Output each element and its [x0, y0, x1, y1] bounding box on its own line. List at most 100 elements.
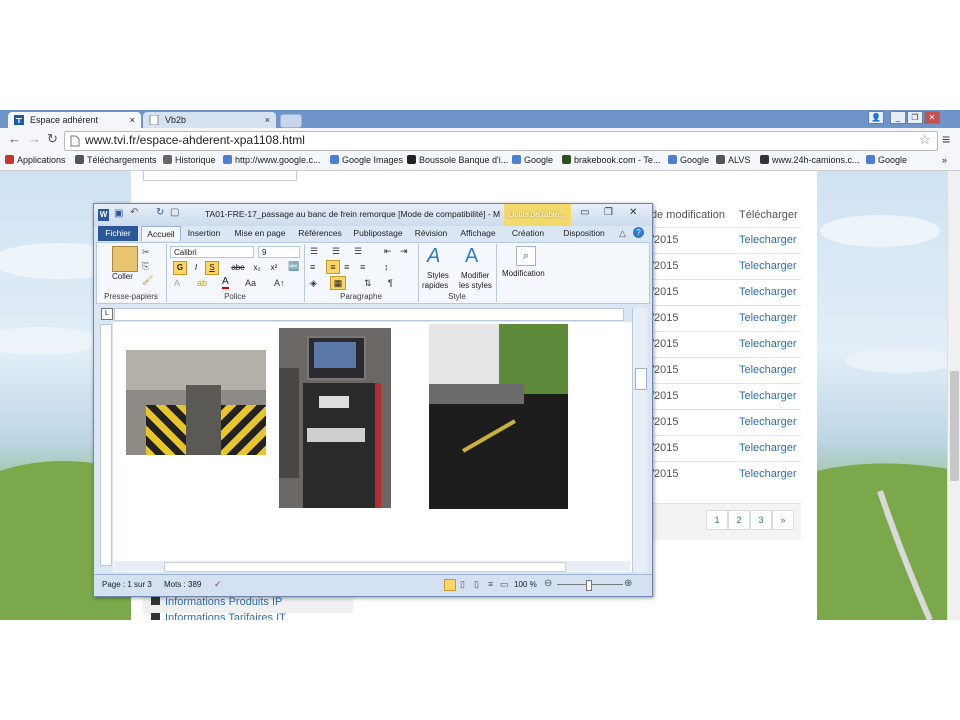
- tab-selector-icon[interactable]: L: [101, 308, 113, 320]
- bookmark-item[interactable]: Applications: [5, 155, 66, 165]
- grow-font-icon[interactable]: A↑: [274, 278, 285, 288]
- download-link[interactable]: Telecharger: [739, 364, 796, 376]
- numbering-icon[interactable]: ☰: [332, 246, 340, 257]
- modifier-label-1[interactable]: Modifier: [461, 271, 489, 280]
- decrease-indent-icon[interactable]: ⇤: [384, 246, 392, 257]
- page-count[interactable]: Page : 1 sur 3: [102, 580, 152, 589]
- print-layout-icon[interactable]: [444, 579, 456, 591]
- styles-rapides-label-1[interactable]: Styles: [427, 271, 449, 280]
- address-bar[interactable]: www.tvi.fr/espace-ahderent-xpa1108.html …: [64, 131, 938, 151]
- save-icon[interactable]: ▣: [114, 208, 123, 219]
- close-tab-icon[interactable]: ×: [265, 112, 270, 128]
- close-window-button[interactable]: ✕: [924, 111, 940, 124]
- multilevel-list-icon[interactable]: ☰: [354, 246, 362, 257]
- shading-icon[interactable]: ◈: [310, 278, 317, 289]
- page-link-3[interactable]: 3: [750, 510, 772, 530]
- download-link[interactable]: Telecharger: [739, 416, 796, 428]
- bookmark-item[interactable]: Historique: [163, 155, 216, 165]
- minimize-button[interactable]: ▭: [580, 207, 589, 218]
- more-bookmarks-icon[interactable]: »: [942, 155, 947, 165]
- collapse-ribbon-icon[interactable]: △: [619, 228, 626, 239]
- change-case-icon[interactable]: 🔤: [288, 261, 299, 272]
- search-input[interactable]: Précédent: [143, 171, 297, 181]
- binoculars-icon[interactable]: ⌕: [516, 246, 536, 266]
- quick-styles-icon[interactable]: A: [427, 245, 440, 268]
- font-color-icon[interactable]: A: [222, 277, 229, 289]
- outline-view-icon[interactable]: ≡: [488, 579, 493, 589]
- undo-icon[interactable]: ↶: [130, 207, 138, 218]
- sidebar-link-produits[interactable]: Informations Produits IP: [165, 596, 282, 608]
- cut-icon[interactable]: ✂: [142, 247, 150, 258]
- pilcrow-icon[interactable]: ¶: [388, 278, 393, 288]
- align-left-icon[interactable]: ≡: [310, 262, 315, 272]
- word-count[interactable]: Mots : 389: [164, 580, 201, 589]
- change-styles-icon[interactable]: A: [465, 245, 478, 268]
- sidebar-link-tarifaires[interactable]: Informations Tarifaires IT: [165, 612, 286, 620]
- modification-button[interactable]: Modification: [502, 269, 545, 278]
- download-link[interactable]: Telecharger: [739, 234, 796, 246]
- back-icon[interactable]: ←: [8, 131, 21, 146]
- download-link[interactable]: Telecharger: [739, 260, 796, 272]
- highlight-icon[interactable]: ab: [197, 278, 207, 288]
- bookmark-star-icon[interactable]: ☆: [919, 132, 931, 148]
- horizontal-scrollbar[interactable]: [114, 561, 630, 572]
- tab-vb2b[interactable]: Vb2b ×: [143, 112, 276, 128]
- tab-espace-adherent[interactable]: Espace adhérent ×: [8, 112, 141, 128]
- tab-accueil[interactable]: Accueil: [141, 226, 181, 241]
- reading-view-icon[interactable]: ▯: [460, 579, 465, 590]
- draft-view-icon[interactable]: ▭: [500, 579, 509, 590]
- url-text[interactable]: www.tvi.fr/espace-ahderent-xpa1108.html: [85, 133, 305, 147]
- styles-rapides-label-2[interactable]: rapides: [422, 281, 448, 290]
- zoom-out-icon[interactable]: ⊖: [544, 578, 552, 589]
- tab-creation[interactable]: Création: [506, 226, 550, 241]
- user-icon[interactable]: 👤: [868, 111, 884, 124]
- document-page[interactable]: [113, 322, 632, 572]
- bookmark-item[interactable]: Téléchargements: [75, 155, 157, 165]
- superscript-button[interactable]: x²: [266, 261, 282, 275]
- page-link-next[interactable]: »: [772, 510, 794, 530]
- page-scrollbar[interactable]: [947, 171, 960, 620]
- bookmark-item[interactable]: Google Images: [330, 155, 403, 165]
- tab-affichage[interactable]: Affichage: [456, 226, 500, 241]
- chrome-menu-icon[interactable]: ≡: [942, 131, 950, 147]
- paste-icon[interactable]: [112, 246, 138, 272]
- increase-indent-icon[interactable]: ⇥: [400, 246, 408, 257]
- scrollbar-thumb[interactable]: [950, 371, 959, 481]
- scrollbar-thumb[interactable]: [635, 368, 647, 390]
- redo-icon[interactable]: ↻: [156, 207, 164, 218]
- borders-icon[interactable]: ▦: [330, 276, 346, 290]
- restore-button[interactable]: ❐: [907, 111, 923, 124]
- bookmark-item[interactable]: Google: [512, 155, 553, 165]
- subscript-button[interactable]: x₂: [249, 261, 265, 275]
- proofing-icon[interactable]: ✓: [214, 579, 222, 590]
- restore-button[interactable]: ❐: [604, 207, 613, 218]
- bookmark-item[interactable]: ALVS: [716, 155, 750, 165]
- line-spacing-icon[interactable]: ↕: [384, 262, 389, 272]
- bold-button[interactable]: G: [173, 261, 187, 275]
- download-link[interactable]: Telecharger: [739, 468, 796, 480]
- tab-insertion[interactable]: Insertion: [183, 226, 225, 241]
- format-painter-icon[interactable]: 🖌: [142, 275, 153, 286]
- align-center-icon[interactable]: ≡: [326, 260, 340, 274]
- web-layout-icon[interactable]: ▯: [474, 579, 479, 590]
- tab-publipostage[interactable]: Publipostage: [349, 226, 407, 241]
- tab-revision[interactable]: Révision: [410, 226, 452, 241]
- download-link[interactable]: Telecharger: [739, 286, 796, 298]
- zoom-slider-handle[interactable]: [586, 580, 592, 591]
- zoom-level[interactable]: 100 %: [514, 580, 537, 589]
- reload-icon[interactable]: ↻: [47, 131, 58, 147]
- tab-references[interactable]: Références: [294, 226, 346, 241]
- minimize-button[interactable]: _: [890, 111, 906, 124]
- tab-disposition[interactable]: Disposition: [557, 226, 611, 241]
- bookmark-item[interactable]: http://www.google.c...: [223, 155, 321, 165]
- horizontal-ruler[interactable]: [114, 308, 624, 321]
- close-button[interactable]: ✕: [629, 207, 637, 218]
- italic-button[interactable]: I: [189, 261, 203, 275]
- new-document-icon[interactable]: ▢: [170, 207, 179, 218]
- font-size-case-icon[interactable]: Aa: [245, 278, 256, 288]
- scrollbar-thumb[interactable]: [164, 562, 566, 572]
- download-link[interactable]: Telecharger: [739, 312, 796, 324]
- modifier-label-2[interactable]: les styles: [459, 281, 492, 290]
- text-effects-icon[interactable]: A: [174, 278, 180, 288]
- bookmark-item[interactable]: Google: [866, 155, 907, 165]
